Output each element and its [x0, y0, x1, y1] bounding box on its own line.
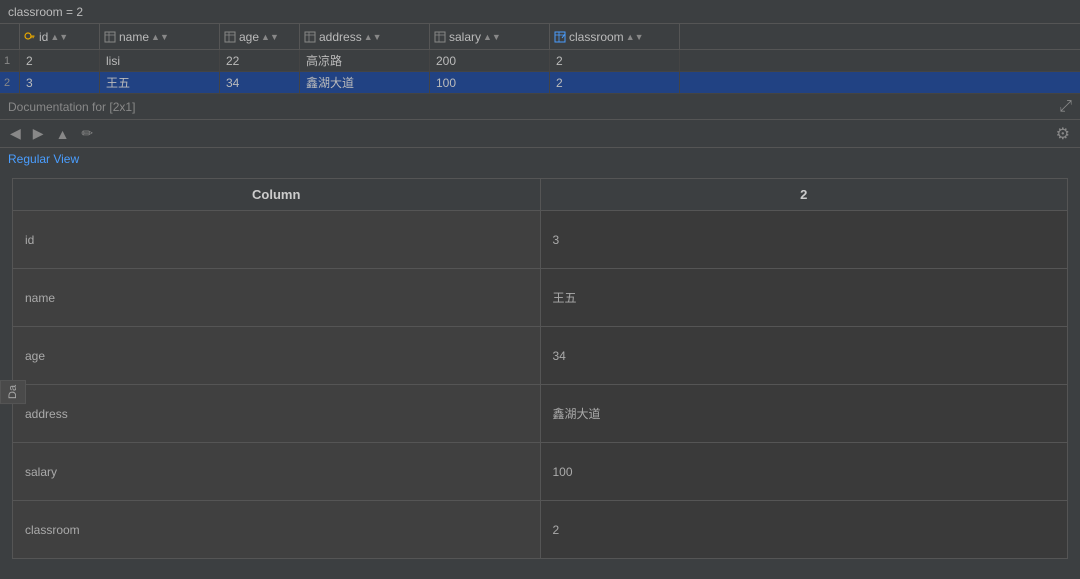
doc-title-bar: Documentation for [2x1] ⤢ — [0, 94, 1080, 120]
doc-title: Documentation for [2x1] — [8, 100, 135, 114]
doc-cell-column: age — [13, 327, 541, 385]
grid-header-id[interactable]: id ▲▼ — [20, 24, 100, 49]
doc-cell-column: name — [13, 269, 541, 327]
sort-icon-name: ▲▼ — [151, 32, 169, 42]
doc-col-header-column: Column — [13, 179, 541, 211]
doc-cell-column: id — [13, 211, 541, 269]
forward-button[interactable]: ▶ — [29, 123, 48, 144]
doc-cell-value: 王五 — [540, 269, 1068, 327]
grid-header-row: id ▲▼ name ▲▼ age — [0, 24, 1080, 50]
cell-row1-id: 2 — [20, 50, 100, 71]
row-num-1: 1 — [0, 50, 20, 71]
settings-gear-button[interactable]: ⚙ — [1052, 122, 1074, 146]
table-icon-name — [104, 31, 116, 43]
sort-icon-salary: ▲▼ — [483, 32, 501, 42]
cell-row1-classroom: 2 — [550, 50, 680, 71]
doc-table-header: Column 2 — [13, 179, 1068, 211]
doc-toolbar: ◀ ▶ ▲ ✏ ⚙ — [0, 120, 1080, 148]
doc-table-row: id3 — [13, 211, 1068, 269]
doc-table-row: classroom2 — [13, 501, 1068, 559]
grid-col-id-label: id — [39, 30, 48, 44]
grid-col-name-label: name — [119, 30, 149, 44]
cell-row2-classroom: 2 — [550, 72, 680, 93]
doc-table: Column 2 id3name王五age34address鑫湖大道salary… — [12, 178, 1068, 559]
documentation-panel: Documentation for [2x1] ⤢ ◀ ▶ ▲ ✏ ⚙ Regu… — [0, 94, 1080, 579]
cell-row2-age: 34 — [220, 72, 300, 93]
doc-cell-value: 2 — [540, 501, 1068, 559]
grid-header-classroom[interactable]: classroom ▲▼ — [550, 24, 680, 49]
row-num-2: 2 — [0, 72, 20, 93]
edit-button[interactable]: ✏ — [77, 123, 97, 144]
cell-row1-age: 22 — [220, 50, 300, 71]
table-icon-address — [304, 31, 316, 43]
doc-col-header-value: 2 — [540, 179, 1068, 211]
sort-icon-classroom: ▲▼ — [626, 32, 644, 42]
doc-cell-column: classroom — [13, 501, 541, 559]
sort-icon-age: ▲▼ — [261, 32, 279, 42]
doc-cell-value: 100 — [540, 443, 1068, 501]
grid-col-age-label: age — [239, 30, 259, 44]
up-button[interactable]: ▲ — [52, 124, 74, 144]
key-icon — [24, 31, 36, 43]
grid-header-age[interactable]: age ▲▼ — [220, 24, 300, 49]
filter-expression-bar: classroom = 2 — [0, 0, 1080, 24]
grid-header-address[interactable]: address ▲▼ — [300, 24, 430, 49]
cell-row2-name: 王五 — [100, 72, 220, 93]
side-tab[interactable]: Da — [0, 380, 26, 404]
doc-table-row: salary100 — [13, 443, 1068, 501]
doc-cell-value: 34 — [540, 327, 1068, 385]
grid-col-classroom-label: classroom — [569, 30, 624, 44]
cell-row1-salary: 200 — [430, 50, 550, 71]
cell-row1-address: 高凉路 — [300, 50, 430, 71]
data-grid: id ▲▼ name ▲▼ age — [0, 24, 1080, 94]
grid-header-salary[interactable]: salary ▲▼ — [430, 24, 550, 49]
filter-table-icon-classroom — [554, 31, 566, 43]
doc-table-row: address鑫湖大道 — [13, 385, 1068, 443]
doc-cell-value: 3 — [540, 211, 1068, 269]
doc-table-row: name王五 — [13, 269, 1068, 327]
grid-col-address-label: address — [319, 30, 362, 44]
back-button[interactable]: ◀ — [6, 123, 25, 144]
cell-row1-name: lisi — [100, 50, 220, 71]
cell-row2-id: 3 — [20, 72, 100, 93]
doc-cell-column: salary — [13, 443, 541, 501]
doc-table-container: Column 2 id3name王五age34address鑫湖大道salary… — [0, 170, 1080, 579]
row-num-header — [0, 24, 20, 49]
table-icon-age — [224, 31, 236, 43]
sort-icon-address: ▲▼ — [364, 32, 382, 42]
sort-icon-id: ▲▼ — [50, 32, 68, 42]
grid-col-salary-label: salary — [449, 30, 481, 44]
table-row[interactable]: 2 3 王五 34 鑫湖大道 100 2 — [0, 72, 1080, 94]
table-row[interactable]: 1 2 lisi 22 高凉路 200 2 — [0, 50, 1080, 72]
expand-button[interactable]: ⤢ — [1059, 98, 1072, 116]
doc-cell-value: 鑫湖大道 — [540, 385, 1068, 443]
cell-row2-address: 鑫湖大道 — [300, 72, 430, 93]
table-icon-salary — [434, 31, 446, 43]
cell-row2-salary: 100 — [430, 72, 550, 93]
grid-header-name[interactable]: name ▲▼ — [100, 24, 220, 49]
regular-view-link[interactable]: Regular View — [0, 148, 1080, 170]
doc-table-row: age34 — [13, 327, 1068, 385]
doc-cell-column: address — [13, 385, 541, 443]
filter-expression-text: classroom = 2 — [8, 5, 83, 19]
